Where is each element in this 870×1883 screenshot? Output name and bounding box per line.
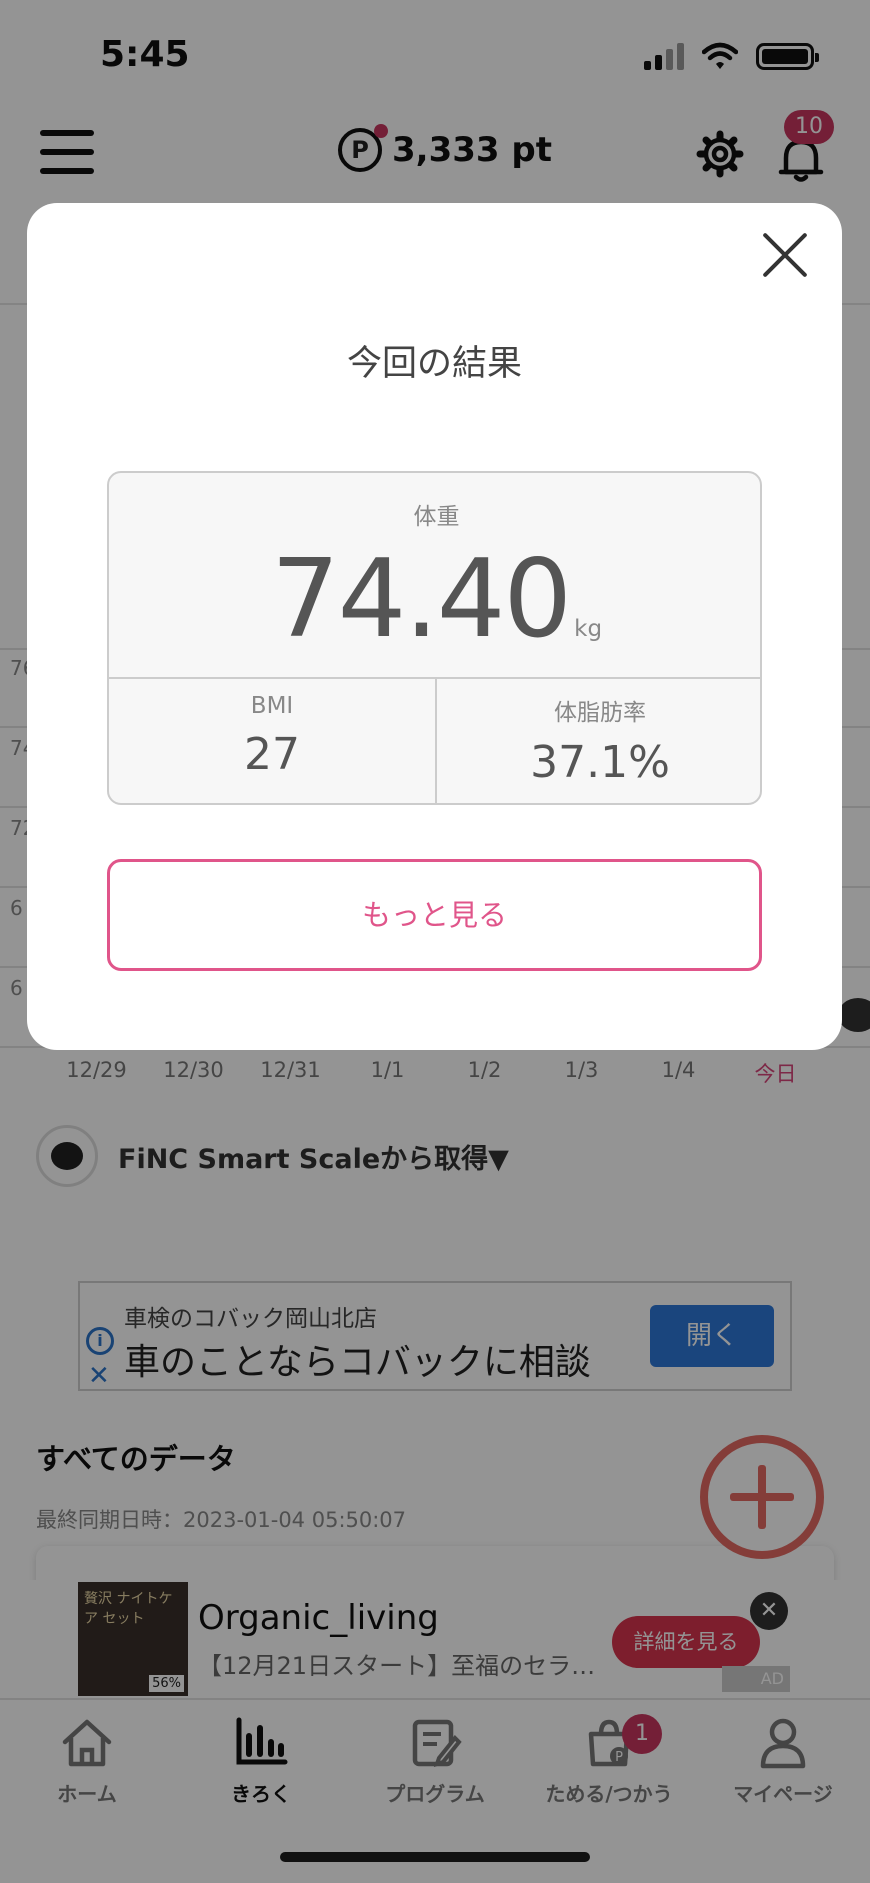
bmi-label: BMI xyxy=(250,693,294,719)
bmi-metric: BMI 27 xyxy=(109,679,435,780)
body-fat-label: 体脂肪率 xyxy=(554,700,646,726)
modal-title: 今回の結果 xyxy=(346,344,522,384)
weight-unit: kg xyxy=(574,616,603,642)
weight-row: 74.40 kg xyxy=(109,537,760,662)
result-summary: 体重 74.40 kg BMI 27 体脂肪率 37.1% xyxy=(107,471,762,805)
body-fat-metric: 体脂肪率 37.1% xyxy=(437,679,760,788)
home-indicator[interactable] xyxy=(280,1852,590,1862)
weight-label: 体重 xyxy=(413,504,460,530)
body-fat-value: 37.1% xyxy=(530,737,670,788)
see-more-button[interactable]: もっと見る xyxy=(107,859,762,971)
bmi-value: 27 xyxy=(244,729,300,780)
weight-value: 74.40 xyxy=(270,537,572,662)
close-icon[interactable] xyxy=(759,229,811,281)
result-modal: 今回の結果 体重 74.40 kg BMI 27 体脂肪率 37.1% もっと見る xyxy=(27,203,842,1050)
